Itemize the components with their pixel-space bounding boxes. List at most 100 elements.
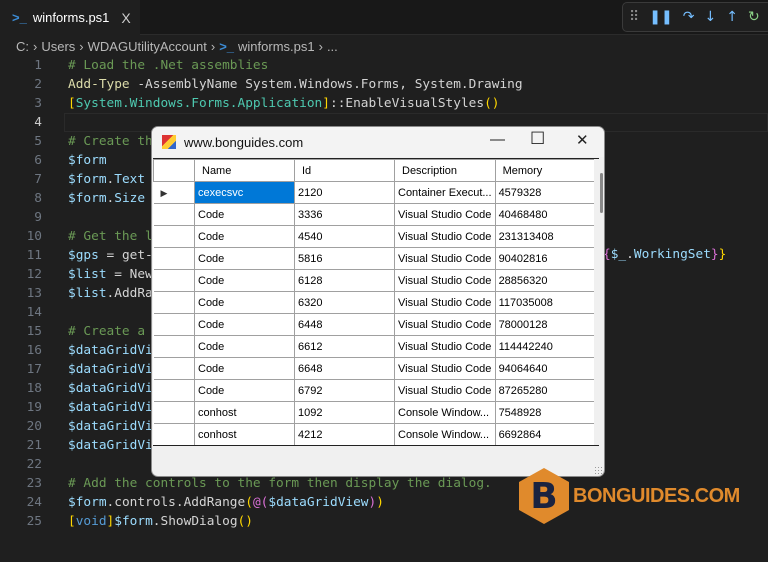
row-header[interactable] — [153, 423, 195, 445]
table-cell[interactable]: 5816 — [294, 247, 395, 270]
table-cell[interactable]: 117035008 — [494, 291, 596, 314]
breadcrumb-item[interactable]: Users — [41, 39, 75, 54]
vertical-scrollbar[interactable] — [594, 159, 599, 445]
row-header[interactable] — [153, 291, 195, 314]
table-cell[interactable]: Code — [194, 247, 295, 270]
column-header[interactable]: Description — [394, 159, 496, 182]
table-cell[interactable]: Code — [194, 335, 295, 358]
close-icon[interactable]: ✕ — [576, 131, 589, 149]
table-cell[interactable]: cexecsvc — [194, 181, 295, 204]
table-cell[interactable]: Visual Studio Code — [394, 379, 496, 402]
tab-winforms[interactable]: >_ winforms.ps1 X — [0, 0, 140, 35]
pause-icon[interactable]: ❚❚ — [649, 9, 672, 25]
table-cell[interactable]: 94064640 — [494, 357, 596, 380]
table-cell[interactable]: 6692864 — [494, 423, 596, 445]
table-row[interactable]: Code 6448 Visual Studio Code 78000128 — [153, 313, 596, 336]
table-cell[interactable]: Visual Studio Code — [394, 313, 496, 336]
table-cell[interactable]: Visual Studio Code — [394, 357, 496, 380]
table-cell[interactable]: 6320 — [294, 291, 395, 314]
breadcrumb-item[interactable]: winforms.ps1 — [238, 39, 315, 54]
table-cell[interactable]: Code — [194, 203, 295, 226]
row-header[interactable] — [153, 401, 195, 424]
row-header[interactable] — [153, 335, 195, 358]
table-cell[interactable]: Console Window... — [394, 423, 496, 445]
table-cell[interactable]: 6128 — [294, 269, 395, 292]
breadcrumb-item[interactable]: C: — [16, 39, 29, 54]
step-over-icon[interactable]: ↷ — [683, 9, 695, 25]
table-cell[interactable]: 6648 — [294, 357, 395, 380]
table-row[interactable]: Code 6128 Visual Studio Code 28856320 — [153, 269, 596, 292]
table-row[interactable]: Code 4540 Visual Studio Code 231313408 — [153, 225, 596, 248]
table-row[interactable]: conhost 4212 Console Window... 6692864 — [153, 423, 596, 445]
table-cell[interactable]: 6612 — [294, 335, 395, 358]
line-number: 14 — [26, 305, 42, 320]
table-cell[interactable]: Code — [194, 357, 295, 380]
code-token: = get- — [98, 248, 153, 263]
drag-icon[interactable]: ⠿ — [629, 9, 639, 25]
row-header[interactable] — [153, 247, 195, 270]
table-cell[interactable]: Visual Studio Code — [394, 269, 496, 292]
table-cell[interactable]: 87265280 — [494, 379, 596, 402]
table-cell[interactable]: 28856320 — [494, 269, 596, 292]
table-cell[interactable]: conhost — [194, 401, 295, 424]
table-cell[interactable]: Container Execut... — [394, 181, 496, 204]
table-row[interactable]: Code 6320 Visual Studio Code 117035008 — [153, 291, 596, 314]
table-cell[interactable]: Visual Studio Code — [394, 225, 496, 248]
table-row[interactable]: conhost 1092 Console Window... 7548928 — [153, 401, 596, 424]
table-cell[interactable]: Code — [194, 225, 295, 248]
table-row[interactable]: Code 6612 Visual Studio Code 114442240 — [153, 335, 596, 358]
minimize-icon[interactable]: — — [490, 131, 505, 148]
table-cell[interactable]: conhost — [194, 423, 295, 445]
table-row[interactable]: Code 3336 Visual Studio Code 40468480 — [153, 203, 596, 226]
code-token: # Load the .Net assemblies — [68, 58, 269, 73]
row-header[interactable] — [153, 225, 195, 248]
row-header[interactable] — [153, 313, 195, 336]
code-token: = New — [106, 267, 153, 282]
table-row[interactable]: Code 6648 Visual Studio Code 94064640 — [153, 357, 596, 380]
table-cell[interactable]: 231313408 — [494, 225, 596, 248]
column-header[interactable]: Memory — [494, 159, 596, 182]
row-header[interactable] — [153, 269, 195, 292]
restart-icon[interactable]: ↻ — [748, 9, 760, 25]
row-header[interactable] — [153, 357, 195, 380]
row-header[interactable] — [153, 203, 195, 226]
table-row[interactable]: Code 5816 Visual Studio Code 90402816 — [153, 247, 596, 270]
maximize-icon[interactable]: ☐ — [530, 129, 545, 149]
table-cell[interactable]: Visual Studio Code — [394, 291, 496, 314]
table-cell[interactable]: 90402816 — [494, 247, 596, 270]
table-cell[interactable]: 40468480 — [494, 203, 596, 226]
table-cell[interactable]: 3336 — [294, 203, 395, 226]
table-cell[interactable]: 1092 — [294, 401, 395, 424]
row-header[interactable]: ▶ — [153, 181, 195, 204]
data-grid-view[interactable]: Name Id Description Memory ▶ cexecsvc 2120… — [153, 158, 599, 446]
table-cell[interactable]: 4540 — [294, 225, 395, 248]
table-cell[interactable]: 6792 — [294, 379, 395, 402]
table-cell[interactable]: Console Window... — [394, 401, 496, 424]
table-cell[interactable]: 4579328 — [494, 181, 596, 204]
table-cell[interactable]: Visual Studio Code — [394, 247, 496, 270]
table-cell[interactable]: Code — [194, 313, 295, 336]
breadcrumb-item[interactable]: ... — [327, 39, 338, 54]
step-out-icon[interactable]: ↑ — [726, 9, 738, 25]
table-row[interactable]: ▶ cexecsvc 2120 Container Execut... 4579328 — [153, 181, 596, 204]
step-into-icon[interactable]: ↓ — [704, 9, 716, 25]
table-cell[interactable]: Code — [194, 379, 295, 402]
table-cell[interactable]: Visual Studio Code — [394, 335, 496, 358]
table-cell[interactable]: 7548928 — [494, 401, 596, 424]
table-cell[interactable]: 4212 — [294, 423, 395, 445]
table-cell[interactable]: Visual Studio Code — [394, 203, 496, 226]
row-header[interactable] — [153, 379, 195, 402]
table-cell[interactable]: 114442240 — [494, 335, 596, 358]
column-header[interactable]: Id — [294, 159, 395, 182]
table-cell[interactable]: Code — [194, 291, 295, 314]
table-cell[interactable]: 6448 — [294, 313, 395, 336]
breadcrumb-item[interactable]: WDAGUtilityAccount — [88, 39, 207, 54]
table-cell[interactable]: 2120 — [294, 181, 395, 204]
table-cell[interactable]: 78000128 — [494, 313, 596, 336]
table-cell[interactable]: Code — [194, 269, 295, 292]
table-row[interactable]: Code 6792 Visual Studio Code 87265280 — [153, 379, 596, 402]
close-icon[interactable]: X — [121, 10, 130, 26]
column-header[interactable]: Name — [194, 159, 295, 182]
scrollbar-thumb[interactable] — [600, 173, 603, 213]
dialog-title-bar[interactable]: www.bonguides.com — ☐ ✕ — [152, 127, 604, 157]
